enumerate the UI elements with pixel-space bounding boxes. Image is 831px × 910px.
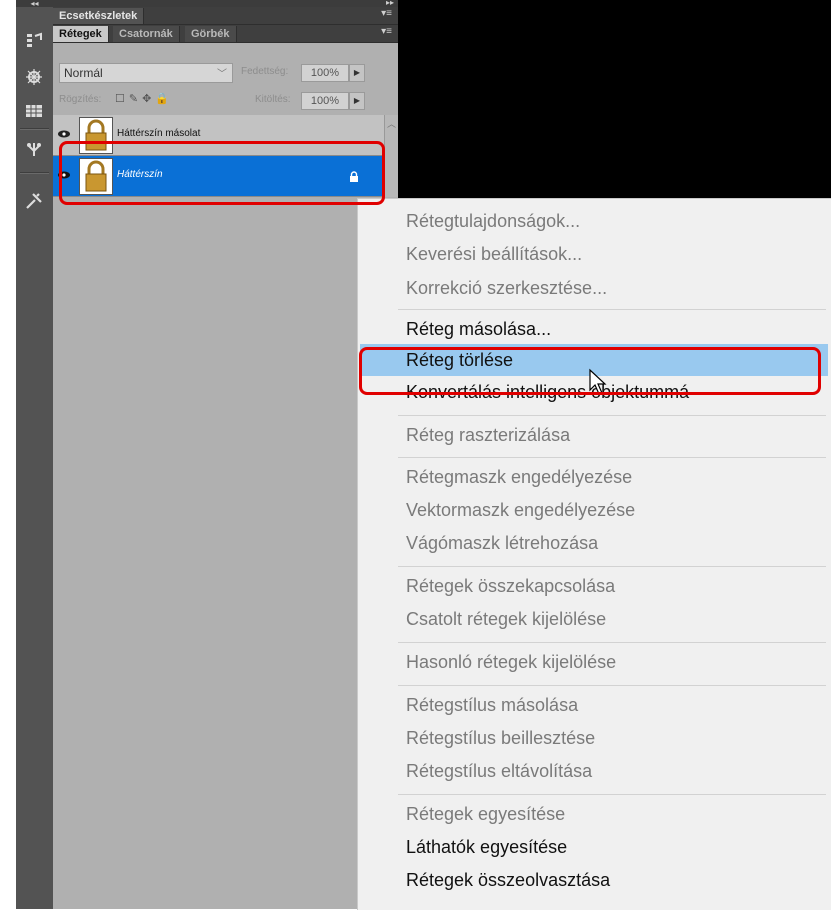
- layers-scrollbar[interactable]: ︿: [384, 115, 398, 197]
- navigator-icon[interactable]: [22, 66, 46, 88]
- layer-name: Háttérszín: [117, 169, 163, 180]
- lock-label: Rögzítés:: [59, 94, 102, 105]
- menu-item-link-layers[interactable]: Rétegek összekapcsolása: [406, 576, 615, 597]
- visibility-eye-icon[interactable]: [55, 125, 73, 143]
- menu-item-edit-adjustment[interactable]: Korrekció szerkesztése...: [406, 278, 607, 299]
- chevron-down-icon: ﹀: [217, 69, 227, 80]
- layer-lock-icon: [349, 169, 359, 187]
- menu-item-rasterize-layer[interactable]: Réteg raszterizálása: [406, 425, 570, 446]
- menu-item-duplicate-layer[interactable]: Réteg másolása...: [406, 319, 551, 340]
- swatches-icon[interactable]: [22, 100, 46, 122]
- blend-mode-value: Normál: [64, 66, 103, 80]
- menu-item-create-clipping-mask[interactable]: Vágómaszk létrehozása: [406, 533, 598, 554]
- menu-item-merge-visible[interactable]: Láthatók egyesítése: [406, 837, 567, 858]
- panel-menu-icon[interactable]: ▾≡: [381, 8, 392, 19]
- fill-label: Kitöltés:: [255, 94, 291, 105]
- visibility-eye-icon[interactable]: [55, 166, 73, 184]
- mouse-cursor-icon: [589, 368, 607, 395]
- layers-body: Normál ﹀ Fedettség: 100% ▶ Rögzítés: ☐✎✥…: [53, 43, 398, 909]
- tab-curves[interactable]: Görbék: [185, 26, 237, 42]
- layer-row[interactable]: Háttérszín másolat: [53, 115, 398, 156]
- tab-brush-presets[interactable]: Ecsetkészletek: [53, 8, 145, 24]
- tab-layers[interactable]: Rétegek: [53, 26, 109, 42]
- brush-presets-icon[interactable]: [22, 30, 46, 52]
- fill-slider-arrow-icon[interactable]: ▶: [349, 92, 365, 110]
- panel-topbar: ▸▸: [53, 0, 398, 7]
- tool-strip: ◂◂: [16, 0, 53, 909]
- menu-item-enable-layer-mask[interactable]: Rétegmaszk engedélyezése: [406, 467, 632, 488]
- collapse-left-icon[interactable]: ◂◂: [16, 0, 53, 8]
- tab-channels[interactable]: Csatornák: [113, 26, 180, 42]
- menu-item-select-similar-layers[interactable]: Hasonló rétegek kijelölése: [406, 652, 616, 673]
- menu-item-blending-options[interactable]: Keverési beállítások...: [406, 244, 582, 265]
- menu-item-copy-layer-style[interactable]: Rétegstílus másolása: [406, 695, 578, 716]
- menu-item-convert-smart-object[interactable]: Konvertálás intelligens objektummá: [406, 382, 689, 403]
- layers-panel: ▸▸ Ecsetkészletek ▾≡ Rétegek Csatornák G…: [53, 0, 398, 909]
- menu-item-paste-layer-style[interactable]: Rétegstílus beillesztése: [406, 728, 595, 749]
- opacity-field[interactable]: 100%: [301, 64, 349, 82]
- menu-item-merge-layers[interactable]: Rétegek egyesítése: [406, 804, 565, 825]
- menu-item-clear-layer-style[interactable]: Rétegstílus eltávolítása: [406, 761, 592, 782]
- blend-mode-select[interactable]: Normál ﹀: [59, 63, 233, 83]
- brush-presets-tabrow: Ecsetkészletek ▾≡: [53, 7, 398, 25]
- clone-source-icon[interactable]: [22, 138, 46, 160]
- menu-item-layer-properties[interactable]: Rétegtulajdonságok...: [406, 211, 580, 232]
- layer-thumbnail: [79, 158, 113, 195]
- tool-presets-icon[interactable]: [22, 190, 46, 212]
- opacity-label: Fedettség:: [241, 66, 289, 77]
- fill-field[interactable]: 100%: [301, 92, 349, 110]
- document-canvas[interactable]: [398, 0, 831, 198]
- menu-item-flatten-image[interactable]: Rétegek összeolvasztása: [406, 870, 610, 891]
- lock-icons[interactable]: ☐✎✥🔒: [115, 92, 173, 105]
- menu-item-select-linked-layers[interactable]: Csatolt rétegek kijelölése: [406, 609, 606, 630]
- scroll-up-icon[interactable]: ︿: [387, 117, 396, 130]
- menu-item-delete-layer[interactable]: Réteg törlése: [406, 350, 513, 371]
- layer-row-selected[interactable]: Háttérszín: [53, 156, 398, 197]
- opacity-slider-arrow-icon[interactable]: ▶: [349, 64, 365, 82]
- layer-name: Háttérszín másolat: [117, 128, 201, 139]
- panel-menu-icon[interactable]: ▾≡: [381, 26, 392, 37]
- layer-thumbnail: [79, 117, 113, 154]
- menu-item-enable-vector-mask[interactable]: Vektormaszk engedélyezése: [406, 500, 635, 521]
- layer-context-menu: Rétegtulajdonságok... Keverési beállítás…: [357, 198, 831, 910]
- layers-tabrow: Rétegek Csatornák Görbék ▾≡: [53, 25, 398, 43]
- expand-icon[interactable]: ▸▸: [386, 0, 394, 7]
